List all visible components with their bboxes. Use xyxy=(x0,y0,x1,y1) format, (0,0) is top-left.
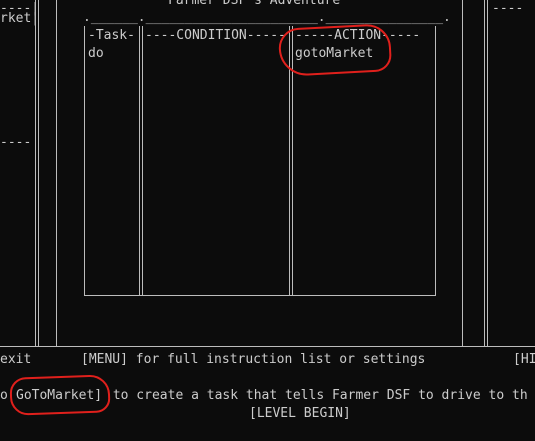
left-panel-border xyxy=(35,0,39,346)
annotation-circle-command xyxy=(9,374,111,416)
center-left-border xyxy=(56,0,57,346)
left-panel-item: rket| xyxy=(0,11,40,26)
table-col-line-1 xyxy=(84,26,85,296)
table-bottom-border xyxy=(84,295,436,296)
table-col-line-2 xyxy=(139,26,140,296)
header-task: -Task- xyxy=(88,28,135,43)
exit-hint: exit xyxy=(0,352,32,367)
level-begin: [LEVEL BEGIN] xyxy=(249,406,351,421)
bottom-divider xyxy=(0,346,535,347)
menu-instruction: [MENU] for full instruction list or sett… xyxy=(81,352,426,367)
table-col-line-3 xyxy=(142,26,143,296)
annotation-circle-action xyxy=(277,23,393,77)
task-instruction-text: to create a task that tells Farmer DSF t… xyxy=(105,388,528,403)
hint-fragment: [HI xyxy=(513,352,535,367)
right-panel-border xyxy=(484,0,488,346)
table-top-border: .______.______________________._________… xyxy=(83,10,451,25)
center-right-border xyxy=(462,0,463,346)
header-condition: ----CONDITION----- xyxy=(145,28,286,43)
right-panel-dashes-top: ---- xyxy=(492,1,524,16)
left-panel-dashes-mid: ---- xyxy=(0,135,32,150)
table-col-line-6 xyxy=(435,26,436,296)
row-task[interactable]: do xyxy=(88,45,104,63)
